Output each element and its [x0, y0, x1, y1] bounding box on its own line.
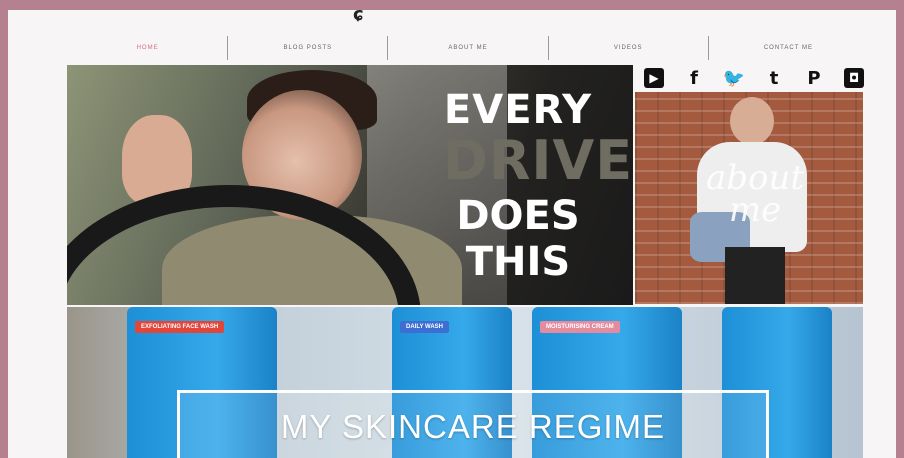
facebook-icon[interactable]: f	[684, 68, 704, 89]
product-tag: MOISTURISING CREAM	[540, 321, 620, 333]
nav-home[interactable]: HOME	[68, 45, 227, 51]
site-logo-mark: ɕ	[353, 10, 364, 25]
pinterest-icon[interactable]: P	[804, 68, 824, 89]
nav-about-me[interactable]: ABOUT ME	[388, 45, 547, 51]
hero-title-line-2: DRIVER	[443, 129, 633, 192]
skincare-post-banner[interactable]: EXFOLIATING FACE WASH DAILY WASH MOISTUR…	[67, 307, 863, 458]
product-tag: EXFOLIATING FACE WASH	[135, 321, 225, 333]
hero-title-line-1: EVERY	[443, 87, 593, 133]
hero-title-line-4: THIS	[465, 239, 571, 285]
instagram-icon[interactable]: ◘	[844, 68, 864, 88]
tumblr-icon[interactable]: t	[764, 68, 784, 89]
nav-blog-posts[interactable]: BLOG POSTS	[228, 45, 387, 51]
person-head-shape	[730, 97, 774, 145]
about-me-photo[interactable]: about me	[635, 92, 863, 304]
page: ɕ HOME BLOG POSTS ABOUT ME VIDEOS CONTAC…	[8, 10, 896, 458]
person-legs-shape	[725, 247, 785, 304]
product-tag: DAILY WASH	[400, 321, 450, 333]
nav-videos[interactable]: VIDEOS	[549, 45, 708, 51]
banner-title: MY SKINCARE REGIME	[280, 408, 666, 445]
hero-title: EVERY DRIVER DOES THIS	[443, 87, 633, 285]
banner-title-box: MY SKINCARE REGIME	[177, 390, 769, 458]
main-nav: HOME BLOG POSTS ABOUT ME VIDEOS CONTACT …	[68, 34, 868, 62]
nav-contact-me[interactable]: CONTACT ME	[709, 45, 868, 51]
youtube-icon[interactable]: ▶	[644, 68, 664, 88]
hero-featured-post[interactable]: EVERY DRIVER DOES THIS	[67, 65, 633, 305]
twitter-icon[interactable]: 🐦	[723, 68, 745, 89]
hero-title-line-3: DOES	[456, 193, 580, 239]
about-me-script-title: about me	[705, 158, 805, 231]
social-links: ▶ f 🐦 t P ◘	[644, 67, 864, 89]
